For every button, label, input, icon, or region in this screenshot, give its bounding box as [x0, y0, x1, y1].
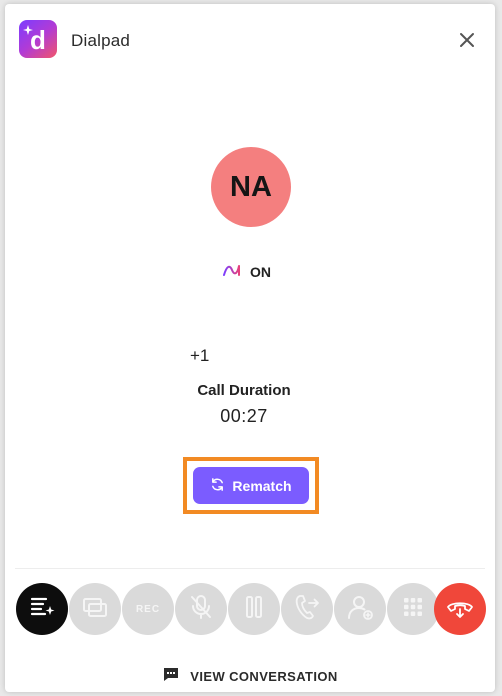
app-title: Dialpad [71, 31, 131, 50]
call-duration-label: Call Duration [197, 382, 291, 399]
dialpad-call-window: d Dialpad NA ON +1 Call Duration 00:27 R… [5, 4, 495, 692]
transfer-button[interactable] [281, 583, 333, 635]
rematch-label: Rematch [232, 477, 292, 494]
view-conversation-label: VIEW CONVERSATION [190, 668, 338, 684]
keypad-button[interactable] [387, 583, 439, 635]
pause-icon [239, 592, 269, 627]
hang-up-button[interactable] [434, 583, 486, 635]
transfer-call-icon [292, 592, 322, 627]
dialpad-logo: d [19, 20, 57, 58]
svg-text:d: d [30, 25, 46, 55]
record-icon: REC [135, 603, 161, 615]
header: d Dialpad [5, 4, 495, 76]
close-icon[interactable] [457, 30, 477, 50]
record-button[interactable]: REC [122, 583, 174, 635]
call-duration-value: 00:27 [220, 406, 268, 426]
call-controls-bar: REC [5, 580, 495, 640]
screen-share-icon [80, 592, 110, 627]
mute-button[interactable] [175, 583, 227, 635]
refresh-icon [210, 477, 225, 495]
view-conversation-link[interactable]: VIEW CONVERSATION [5, 664, 495, 688]
hold-button[interactable] [228, 583, 280, 635]
ai-status: ON [223, 260, 271, 284]
add-participant-icon [345, 592, 375, 627]
chat-icon [162, 666, 180, 687]
ai-status-label: ON [250, 264, 271, 280]
contact-avatar: NA [211, 147, 291, 227]
keypad-icon [398, 592, 428, 627]
ai-recap-icon [27, 592, 57, 627]
phone-number: +1 [190, 346, 210, 365]
ai-wave-icon [223, 263, 243, 282]
rematch-button[interactable]: Rematch [193, 467, 309, 504]
ai-recap-button[interactable] [16, 583, 68, 635]
divider [15, 568, 485, 569]
hang-up-icon [445, 592, 475, 627]
mic-muted-icon [186, 592, 216, 627]
screen-share-button[interactable] [69, 583, 121, 635]
add-participant-button[interactable] [334, 583, 386, 635]
